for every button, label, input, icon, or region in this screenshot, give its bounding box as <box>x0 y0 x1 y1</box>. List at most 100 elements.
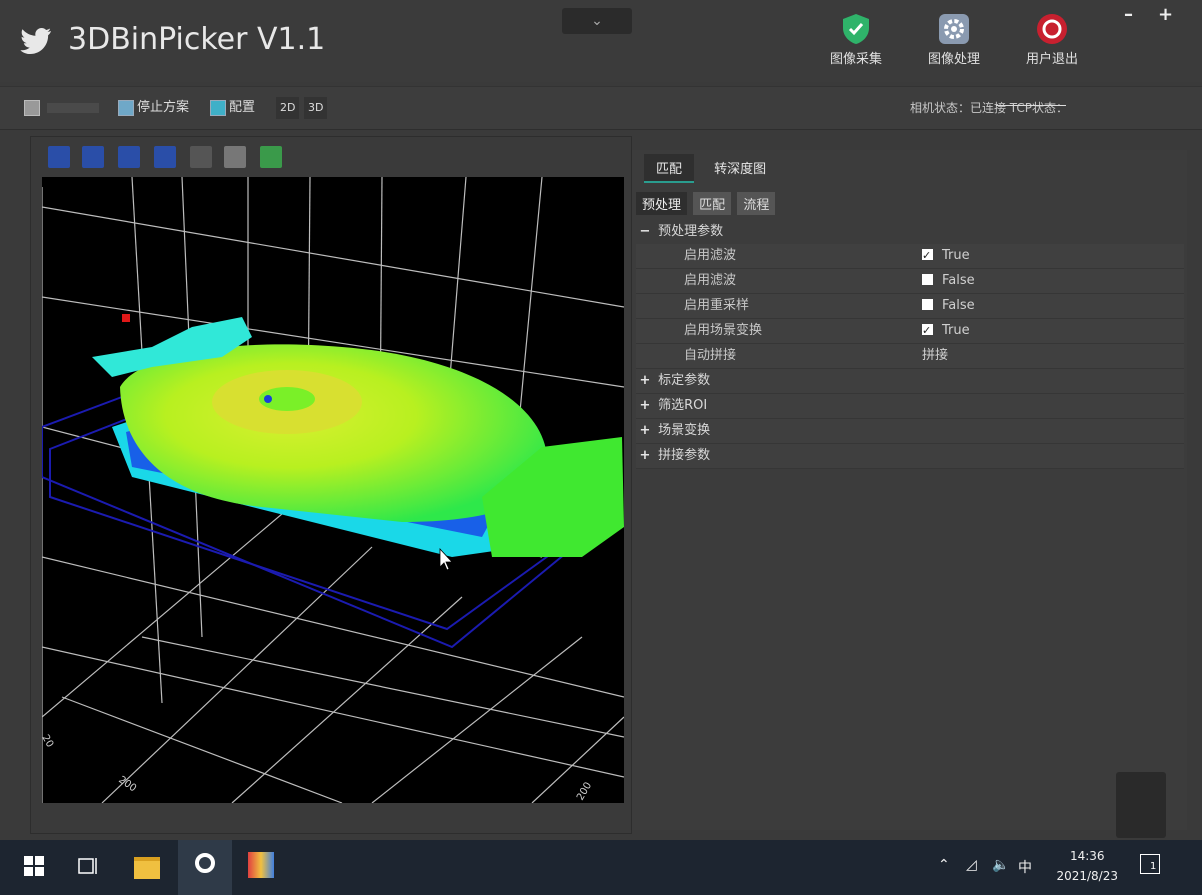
chevron-down-icon: ⌄ <box>591 13 603 29</box>
task-view-icon[interactable] <box>78 856 100 876</box>
expand-icon: + <box>639 448 651 463</box>
point-cloud-canvas: 200 20 200 <box>42 177 624 803</box>
power-icon <box>1037 14 1067 44</box>
collapse-icon: − <box>639 224 651 239</box>
axis-label-3: 200 <box>575 780 594 802</box>
bird-logo-icon <box>20 28 51 54</box>
group-scene-transform[interactable]: + 场景变换 <box>636 419 1184 444</box>
image-process-label: 图像处理 <box>927 52 980 67</box>
group-calibration[interactable]: + 标定参数 <box>636 369 1184 394</box>
checkbox-unchecked[interactable] <box>922 299 933 310</box>
group-label: 筛选ROI <box>658 398 708 413</box>
view-back-icon[interactable] <box>82 146 104 168</box>
point-cloud-viewport[interactable]: 200 20 200 <box>42 177 624 803</box>
view-left-icon[interactable] <box>118 146 140 168</box>
config-label: 配置 <box>229 100 256 115</box>
user-logout-button[interactable]: 用户退出 <box>1012 12 1092 67</box>
taskbar: ⌃ ◿ 🔈 中 14:36 2021/8/23 1 <box>0 840 1202 895</box>
maximize-button[interactable]: + <box>1158 4 1173 25</box>
ime-indicator[interactable]: 中 <box>1018 857 1032 877</box>
group-preprocess[interactable]: − 预处理参数 <box>636 220 1184 244</box>
prop-value[interactable]: False <box>922 294 975 318</box>
group-roi[interactable]: + 筛选ROI <box>636 394 1184 419</box>
properties-panel: 匹配 转深度图 预处理 匹配 流程 − 预处理参数 启用滤波 True 启用滤波… <box>632 150 1187 830</box>
windows-start-icon[interactable] <box>24 856 44 876</box>
image-capture-button[interactable]: 图像采集 <box>816 12 896 67</box>
status-text: 相机状态：已连接 TCP状态： <box>909 101 1068 115</box>
top-tabs: 匹配 转深度图 <box>644 154 782 183</box>
subtab-match[interactable]: 匹配 <box>693 192 732 215</box>
start-icon <box>24 99 40 116</box>
title-bar: 3DBinPicker V1.1 ⌄ 图像采集 图像处理 用户退出 – + <box>0 0 1202 82</box>
prop-value[interactable]: False <box>922 269 975 293</box>
prop-value[interactable]: 拼接 <box>922 344 948 368</box>
image-process-button[interactable]: 图像处理 <box>914 12 994 67</box>
app-icon <box>195 853 215 873</box>
group-label: 标定参数 <box>658 373 711 388</box>
image-capture-label: 图像采集 <box>829 52 882 67</box>
prop-row: 自动拼接 拼接 <box>636 344 1184 369</box>
checkbox-checked[interactable] <box>922 319 933 343</box>
stop-scheme-button[interactable]: 停止方案 <box>118 97 189 119</box>
view-2d-button[interactable]: 2D <box>276 97 300 119</box>
clock[interactable]: 14:36 2021/8/23 <box>1056 846 1118 886</box>
group-preprocess-label: 预处理参数 <box>658 224 724 239</box>
start-scheme-button[interactable] <box>24 97 100 119</box>
subtab-flow[interactable]: 流程 <box>737 192 776 215</box>
axis-label-1: 200 <box>116 774 138 794</box>
expand-icon: + <box>639 423 651 438</box>
show-hidden-icons[interactable]: ⌃ <box>938 857 950 873</box>
volume-muted-icon[interactable]: 🔈 <box>992 857 1009 873</box>
prop-label: 自动拼接 <box>684 348 737 363</box>
stop-scheme-label: 停止方案 <box>137 100 190 115</box>
view-right-icon[interactable] <box>154 146 176 168</box>
floating-widget[interactable] <box>1116 772 1166 838</box>
property-tree: − 预处理参数 启用滤波 True 启用滤波 False 启用重采样 False… <box>636 220 1184 469</box>
group-label: 场景变换 <box>658 423 711 438</box>
save-cloud-icon[interactable] <box>260 146 282 168</box>
main-toolbar: 停止方案 配置 2D 3D 相机状态：已连接 TCP状态： <box>0 86 1202 130</box>
shield-icon <box>843 14 869 44</box>
date: 2021/8/23 <box>1056 869 1118 883</box>
prop-row: 启用滤波 False <box>636 269 1184 294</box>
config-button[interactable]: 配置 <box>210 97 255 119</box>
prop-row: 启用滤波 True <box>636 244 1184 269</box>
prop-value[interactable]: True <box>922 244 970 268</box>
tab-match[interactable]: 匹配 <box>644 154 695 183</box>
minimize-button[interactable]: – <box>1124 4 1133 25</box>
expand-icon: + <box>639 373 651 388</box>
prop-label: 启用重采样 <box>684 298 750 313</box>
collapse-toggle[interactable]: ⌄ <box>562 8 632 34</box>
view-toolbar <box>36 140 292 174</box>
image-viewer-icon[interactable] <box>248 852 274 878</box>
select-point-icon[interactable] <box>190 146 212 168</box>
notification-icon[interactable]: 1 <box>1140 854 1160 874</box>
prop-label: 启用场景变换 <box>684 323 763 338</box>
app-title: 3DBinPicker V1.1 <box>68 22 326 57</box>
config-icon <box>210 99 226 116</box>
notification-count: 1 <box>1150 861 1157 872</box>
subtab-preprocess[interactable]: 预处理 <box>636 192 688 215</box>
gear-icon <box>939 14 969 44</box>
stop-icon <box>118 99 134 116</box>
prop-row: 启用重采样 False <box>636 294 1184 319</box>
prop-row: 启用场景变换 True <box>636 319 1184 344</box>
view-front-icon[interactable] <box>48 146 70 168</box>
prop-label: 启用滤波 <box>684 248 737 263</box>
view-3d-button[interactable]: 3D <box>304 97 328 119</box>
app-taskbar-button[interactable] <box>178 840 232 895</box>
user-logout-label: 用户退出 <box>1025 52 1078 67</box>
file-explorer-icon[interactable] <box>134 852 162 879</box>
layers-icon[interactable] <box>224 146 246 168</box>
prop-label: 启用滤波 <box>684 273 737 288</box>
sub-tabs: 预处理 匹配 流程 <box>636 192 777 215</box>
checkbox-checked[interactable] <box>922 244 933 268</box>
time: 14:36 <box>1069 849 1105 863</box>
wifi-icon[interactable]: ◿ <box>966 857 977 873</box>
expand-icon: + <box>639 398 651 413</box>
group-stitching[interactable]: + 拼接参数 <box>636 444 1184 469</box>
prop-value[interactable]: True <box>922 319 970 343</box>
tab-depth-map[interactable]: 转深度图 <box>702 154 778 181</box>
tcp-status-indicator <box>996 105 1066 106</box>
checkbox-unchecked[interactable] <box>922 274 933 285</box>
